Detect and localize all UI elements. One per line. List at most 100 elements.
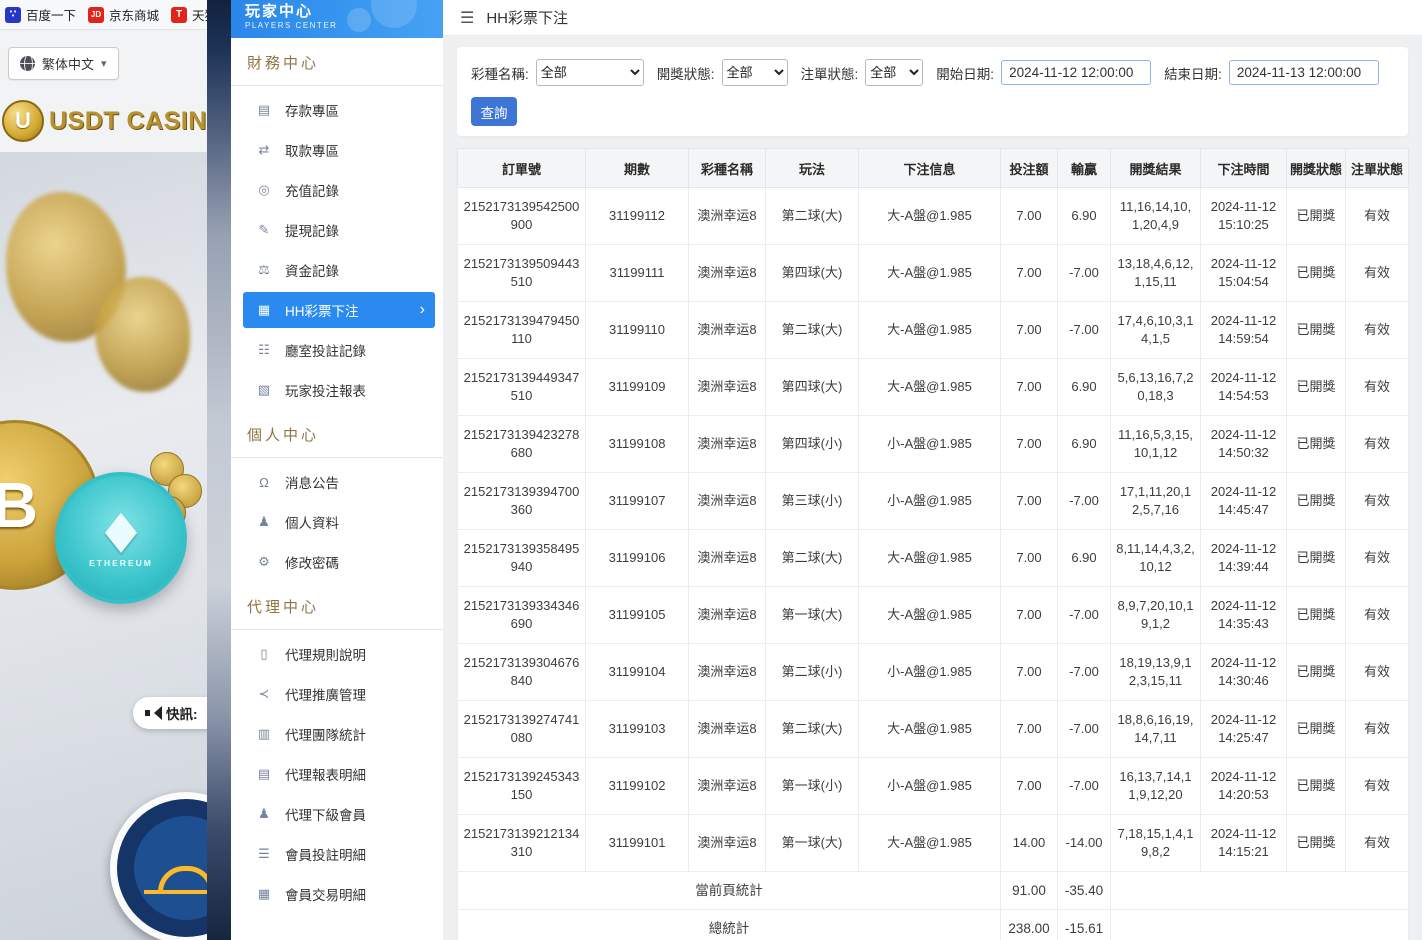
sidebar-item[interactable]: ♟代理下級會員 <box>231 794 443 834</box>
sidebar-item[interactable]: ▦HH彩票下注› <box>243 292 435 328</box>
cell-time: 2024-11-12 14:54:53 <box>1201 359 1287 416</box>
draw-status-label: 開獎狀態: <box>657 63 715 83</box>
cell-amount: 7.00 <box>1001 416 1058 473</box>
ethereum-coin: ◆ ETHEREUM <box>55 472 187 604</box>
cell-order-status: 有效 <box>1346 587 1409 644</box>
cell-amount: 14.00 <box>1001 815 1058 872</box>
sidebar-item[interactable]: ⚙修改密碼 <box>231 542 443 582</box>
sidebar-item[interactable]: ▥代理團隊統計 <box>231 714 443 754</box>
cell-amount: 7.00 <box>1001 758 1058 815</box>
cell-time: 2024-11-12 14:20:53 <box>1201 758 1287 815</box>
column-header: 輸贏 <box>1058 149 1111 188</box>
cell-result: 18,19,13,9,12,3,15,11 <box>1111 644 1201 701</box>
sidebar-item[interactable]: ♟個人資料 <box>231 502 443 542</box>
cell-lottery: 澳洲幸运8 <box>689 701 766 758</box>
sidebar-item[interactable]: ▦會員交易明細 <box>231 874 443 914</box>
caret-down-icon: ▾ <box>101 57 107 70</box>
sidebar-item[interactable]: ▯代理規則說明 <box>231 634 443 674</box>
speaker-icon <box>145 706 159 720</box>
cell-order-no: 2152173139358495940 <box>458 530 586 587</box>
sidebar-header: 玩家中心 PLAYERS CENTER <box>231 0 443 38</box>
cell-win-loss: -14.00 <box>1058 815 1111 872</box>
team-stats-icon: ▥ <box>256 726 272 742</box>
start-date-input[interactable] <box>1001 60 1151 85</box>
page-title: HH彩票下注 <box>486 7 568 28</box>
sidebar-item-label: HH彩票下注 <box>285 300 359 320</box>
sidebar-item[interactable]: ☰會員投註明細 <box>231 834 443 874</box>
table-row: 215217313939470036031199107澳洲幸运8第三球(小)小-… <box>458 473 1409 530</box>
cell-play: 第二球(大) <box>766 701 859 758</box>
cell-win-loss: -7.00 <box>1058 302 1111 359</box>
cell-order-status: 有效 <box>1346 302 1409 359</box>
cell-lottery: 澳洲幸运8 <box>689 416 766 473</box>
sidebar-section: 代理中心▯代理規則說明≺代理推廣管理▥代理團隊統計▤代理報表明細♟代理下級會員☰… <box>231 582 443 914</box>
sidebar-section-title: 個人中心 <box>231 410 443 458</box>
search-button[interactable]: 查詢 <box>471 97 517 126</box>
cell-order-status: 有效 <box>1346 530 1409 587</box>
end-date-label: 結束日期: <box>1164 63 1222 83</box>
cell-win-loss: -7.00 <box>1058 245 1111 302</box>
money-bag <box>95 277 190 392</box>
sidebar-item[interactable]: ▧玩家投注報表 <box>231 370 443 410</box>
sidebar-item[interactable]: Ω消息公告 <box>231 462 443 502</box>
column-header: 開獎狀態 <box>1287 149 1346 188</box>
table-row: 215217313927474108031199103澳洲幸运8第二球(大)大-… <box>458 701 1409 758</box>
lottery-name-label: 彩種名稱: <box>471 63 529 83</box>
menu-toggle-icon[interactable]: ☰ <box>460 8 474 28</box>
column-header: 下注時間 <box>1201 149 1287 188</box>
cell-order-status: 有效 <box>1346 188 1409 245</box>
cell-order-status: 有效 <box>1346 359 1409 416</box>
table-row: 215217313954250090031199112澳洲幸运8第二球(大)大-… <box>458 188 1409 245</box>
cell-time: 2024-11-12 14:15:21 <box>1201 815 1287 872</box>
sidebar-item[interactable]: ⇄取款專區 <box>231 130 443 170</box>
sidebar-item[interactable]: ⚖資金記錄 <box>231 250 443 290</box>
summary-empty <box>1111 872 1409 910</box>
cell-win-loss: -7.00 <box>1058 701 1111 758</box>
cell-play: 第二球(小) <box>766 644 859 701</box>
bell-icon: Ω <box>256 475 272 490</box>
column-header: 投注額 <box>1001 149 1058 188</box>
cell-play: 第二球(大) <box>766 530 859 587</box>
sidebar-item[interactable]: ≺代理推廣管理 <box>231 674 443 714</box>
cell-bet-info: 大-A盤@1.985 <box>859 188 1001 245</box>
sidebar-item[interactable]: ▤代理報表明細 <box>231 754 443 794</box>
table-row: 215217313930467684031199104澳洲幸运8第二球(小)小-… <box>458 644 1409 701</box>
sidebar-item[interactable]: ✎提現記錄 <box>231 210 443 250</box>
column-header: 玩法 <box>766 149 859 188</box>
end-date-input[interactable] <box>1229 60 1379 85</box>
sidebar-item-label: 代理規則說明 <box>285 644 366 664</box>
ticker-label: 快訊: <box>166 703 198 723</box>
cell-win-loss: 6.90 <box>1058 416 1111 473</box>
cell-amount: 7.00 <box>1001 245 1058 302</box>
cell-order-no: 2152173139212134310 <box>458 815 586 872</box>
news-ticker: 快訊: <box>133 697 207 729</box>
table-row: 215217313942327868031199108澳洲幸运8第四球(小)小-… <box>458 416 1409 473</box>
cell-order-no: 2152173139334346690 <box>458 587 586 644</box>
cell-lottery: 澳洲幸运8 <box>689 758 766 815</box>
table-row: 215217313950944351031199111澳洲幸运8第四球(大)大-… <box>458 245 1409 302</box>
bookmark-item[interactable]: JD京东商城 <box>88 5 159 24</box>
funds-record-icon: ⚖ <box>256 262 272 278</box>
lottery-name-select[interactable]: 全部 <box>536 59 644 86</box>
summary-empty <box>1111 910 1409 940</box>
cell-order-no: 2152173139479450110 <box>458 302 586 359</box>
table-body: 215217313954250090031199112澳洲幸运8第二球(大)大-… <box>458 188 1409 940</box>
cell-result: 7,18,15,1,4,19,8,2 <box>1111 815 1201 872</box>
sidebar-item-label: 代理報表明細 <box>285 764 366 784</box>
bookmark-item[interactable]: T天猫 <box>171 5 207 24</box>
cell-period: 31199104 <box>586 644 689 701</box>
order-status-select[interactable]: 全部 <box>865 59 923 86</box>
content-topbar: ☰ HH彩票下注 <box>443 0 1422 36</box>
table-summary-row: 總統計238.00-15.61 <box>458 910 1409 940</box>
sidebar-section: 財務中心▤存款專區⇄取款專區◎充值記錄✎提現記錄⚖資金記錄▦HH彩票下注›☷廳室… <box>231 38 443 410</box>
sidebar-item[interactable]: ☷廳室投註記錄 <box>231 330 443 370</box>
column-header: 訂單號 <box>458 149 586 188</box>
cell-time: 2024-11-12 15:04:54 <box>1201 245 1287 302</box>
cell-draw-status: 已開獎 <box>1287 644 1346 701</box>
sidebar-item[interactable]: ▤存款專區 <box>231 90 443 130</box>
sidebar-item-label: 代理推廣管理 <box>285 684 366 704</box>
draw-status-select[interactable]: 全部 <box>722 59 788 86</box>
language-selector[interactable]: 繁体中文 ▾ <box>8 47 119 80</box>
sidebar-item[interactable]: ◎充值記錄 <box>231 170 443 210</box>
bookmark-item[interactable]: ∵百度一下 <box>5 5 76 24</box>
